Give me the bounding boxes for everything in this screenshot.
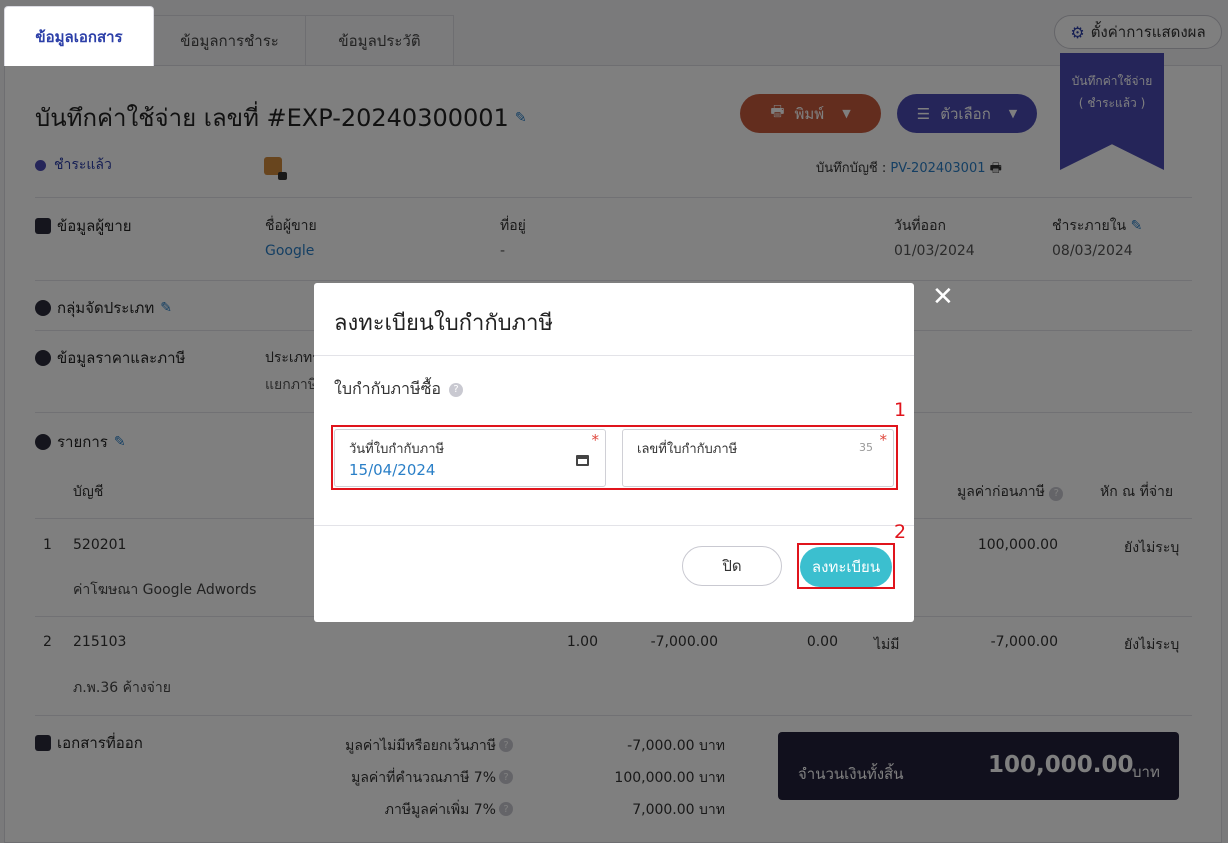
- step-marker-1: 1: [894, 399, 907, 421]
- dialog-subtitle-text: ใบกำกับภาษีซื้อ: [334, 379, 442, 398]
- tab-document-info[interactable]: ข้อมูลเอกสาร: [4, 6, 154, 66]
- divider: [314, 525, 914, 526]
- dialog-title: ลงทะเบียนใบกำกับภาษี: [334, 311, 553, 336]
- step-marker-2: 2: [894, 521, 907, 543]
- highlight-box-2: [797, 543, 895, 589]
- highlight-box-1: [331, 425, 898, 490]
- divider: [314, 355, 914, 356]
- tax-invoice-register-dialog: ลงทะเบียนใบกำกับภาษี ใบกำกับภาษีซื้อ ? ว…: [314, 283, 914, 622]
- dialog-subtitle: ใบกำกับภาษีซื้อ ?: [334, 377, 464, 402]
- help-icon[interactable]: ?: [449, 382, 464, 397]
- close-icon[interactable]: ✕: [932, 282, 954, 312]
- close-button[interactable]: ปิด: [682, 546, 782, 586]
